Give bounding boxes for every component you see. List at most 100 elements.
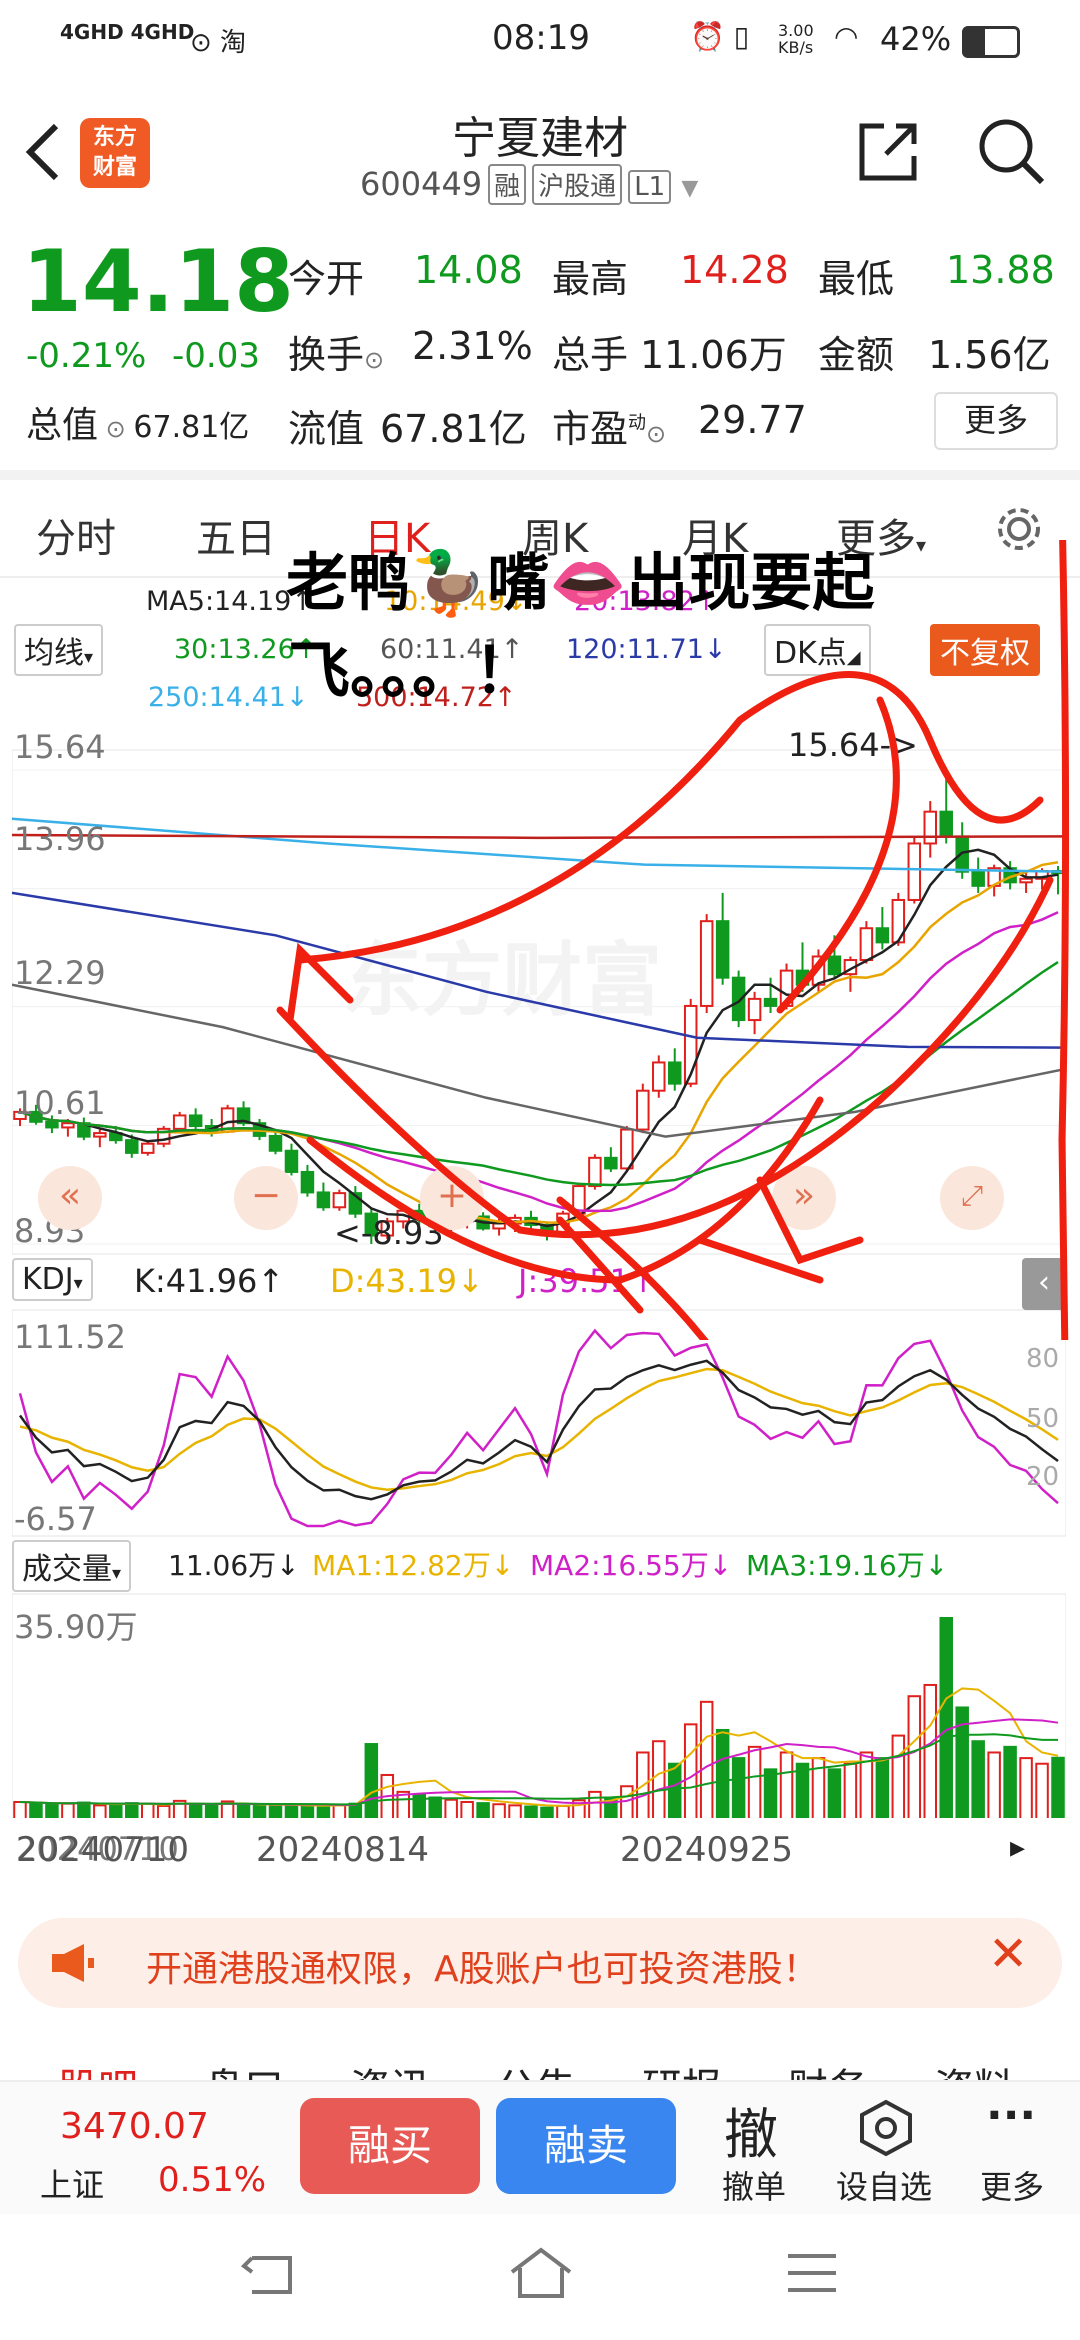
margin-buy-button[interactable]: 融买 <box>300 2098 480 2194</box>
next-icon[interactable]: ▸ <box>1010 1830 1025 1865</box>
back-nav-icon[interactable] <box>240 2250 296 2300</box>
alarm-icon: ⏰ ▯ <box>690 20 750 53</box>
cancel-order-label[interactable]: 撤单 <box>722 2162 786 2208</box>
float-label: 流值 <box>288 407 365 451</box>
menu-nav-icon[interactable] <box>784 2250 840 2296</box>
low-value: 13.88 <box>946 248 1055 292</box>
megaphone-icon <box>52 1944 94 1982</box>
close-icon[interactable]: ✕ <box>988 1926 1028 1982</box>
overlay-text-line1: 老鸭🦆嘴👄出现要起 <box>286 546 875 619</box>
volume-bar <box>667 1762 682 1821</box>
change-percent: -0.21% <box>26 336 147 376</box>
volume-bar <box>540 1806 554 1822</box>
app-icon: ⊙ 淘 <box>190 28 247 58</box>
indicator-selector-volume[interactable]: 成交量▾ <box>12 1540 132 1592</box>
margin-sell-button[interactable]: 融卖 <box>496 2098 676 2194</box>
volume-value: 11.06万↓ <box>168 1549 300 1582</box>
volume-bar <box>843 1762 858 1821</box>
volume-bar <box>268 1805 283 1822</box>
amount-label: 金额 <box>818 333 895 377</box>
volume-bar <box>699 1700 714 1821</box>
volume-bar <box>907 1695 922 1821</box>
tag-level: L1 <box>628 170 672 204</box>
promo-banner[interactable]: 开通港股通权限，A股账户也可投资港股！ ✕ <box>18 1918 1062 2008</box>
kdj-level-20: 20 <box>1026 1462 1060 1492</box>
status-bar: 4GHD 4GHD ⊙ 淘 08:19 ⏰ ▯ 3.00 KB/s ◠ 42% <box>0 0 1080 84</box>
volume-bar <box>1019 1757 1033 1821</box>
clock: 08:19 <box>492 18 590 58</box>
volume-bar <box>93 1804 107 1822</box>
volume-bar <box>779 1751 794 1822</box>
open-label: 今开 <box>288 257 365 301</box>
float-value: 67.81亿 <box>380 407 527 451</box>
volume-bar <box>747 1745 762 1822</box>
index-name: 上证 <box>40 2166 105 2204</box>
mktcap-value: 67.81亿 <box>133 410 250 445</box>
turnover-label: 换手⊙ <box>288 333 385 377</box>
volume-bar <box>891 1734 906 1821</box>
volume-bar <box>188 1803 203 1821</box>
watchlist-label[interactable]: 设自选 <box>836 2162 932 2208</box>
action-bar: 3470.07 上证 0.51% 融买 融卖 撤 撤单 设自选 ··· 更多 <box>0 2080 1080 2216</box>
volume-bar <box>140 1802 155 1822</box>
volume-bar <box>923 1683 938 1821</box>
cancel-order-icon[interactable]: 撤 <box>724 2090 778 2169</box>
kdj-line <box>18 1359 1059 1501</box>
volume-bar <box>125 1802 139 1821</box>
turnover-value: 2.31% <box>412 324 533 368</box>
system-nav-bar <box>0 2214 1080 2340</box>
more-label[interactable]: 更多 <box>980 2162 1044 2208</box>
wifi-icon: ◠ <box>834 20 859 53</box>
index-change: 0.51% <box>158 2160 267 2200</box>
volume-bar <box>715 1728 730 1822</box>
pe-label: 市盈动⊙ <box>552 407 667 451</box>
quote-panel: 14.18 -0.21% -0.03 总值 ⊙ 67.81亿 今开 14.08 … <box>0 220 1080 470</box>
kdj-line <box>18 1328 1059 1528</box>
header: 东方 财富 宁夏建材 600449 融沪股通 L1 ▼ <box>0 84 1080 220</box>
low-label: 最低 <box>818 257 895 301</box>
volume-value: 11.06万 <box>640 333 787 377</box>
info-tabs: 股吧 盘口 资讯 公告 研报 财务 资料 <box>0 2036 1080 2086</box>
volume-bar <box>476 1802 490 1821</box>
volume-bar <box>939 1617 953 1821</box>
more-button[interactable]: 更多 <box>934 392 1058 450</box>
volume-bar <box>29 1802 43 1821</box>
volume-bar <box>460 1800 474 1821</box>
volume-bar <box>556 1804 570 1821</box>
volume-bar <box>827 1768 842 1822</box>
banner-text: 开通港股通权限，A股账户也可投资港股！ <box>146 1949 819 1990</box>
share-icon[interactable] <box>856 120 920 184</box>
volume-bar <box>987 1751 1001 1822</box>
pe-value: 29.77 <box>698 398 807 442</box>
search-icon[interactable] <box>976 116 1048 188</box>
last-price: 14.18 <box>22 232 295 332</box>
volume-bar <box>109 1803 123 1821</box>
home-nav-icon[interactable] <box>508 2246 574 2300</box>
kdj-axis-bottom: -6.57 <box>14 1500 97 1538</box>
x-tick-label: 20240925 <box>620 1830 794 1870</box>
volume-bar <box>364 1743 379 1821</box>
volume-bar <box>316 1804 331 1821</box>
volume-bar <box>13 1800 27 1821</box>
mktcap-label: 总值 ⊙ 67.81亿 <box>26 405 250 446</box>
volume-bar <box>652 1740 666 1822</box>
volume-bar <box>77 1801 91 1822</box>
volume-bar <box>971 1740 985 1822</box>
network-indicator: 4GHD 4GHD <box>60 20 195 44</box>
volume-bar <box>763 1768 778 1822</box>
volume-bar <box>1035 1762 1049 1821</box>
watchlist-icon[interactable] <box>856 2098 916 2158</box>
volume-bar <box>252 1804 267 1821</box>
kdj-level-50: 50 <box>1026 1404 1060 1434</box>
volume-bar <box>1051 1756 1065 1821</box>
more-dots-icon[interactable]: ··· <box>986 2090 1036 2141</box>
high-label: 最高 <box>552 257 629 301</box>
volume-bar <box>236 1803 251 1821</box>
handwritten-annotation <box>276 540 1070 1340</box>
battery-icon <box>962 26 1020 58</box>
dropdown-icon[interactable]: ▼ <box>681 176 698 201</box>
x-tick-label: 20240814 <box>256 1830 430 1870</box>
index-value: 3470.07 <box>60 2106 209 2147</box>
volume-bar <box>332 1804 347 1822</box>
volume-bar <box>683 1723 698 1821</box>
